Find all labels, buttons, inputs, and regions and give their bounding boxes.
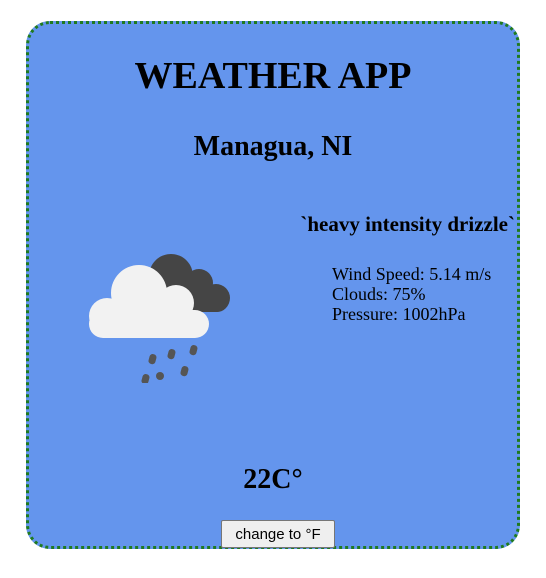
cloud-drizzle-icon — [84, 248, 234, 385]
location-name: Managua, NI — [193, 131, 353, 162]
temperature: 22C° — [243, 464, 303, 495]
weather-details: Wind Speed: 5.14 m/s Clouds: 75% Pressur… — [332, 264, 491, 324]
app-title: WEATHER APP — [134, 55, 412, 97]
weather-card: WEATHER APP Managua, NI `heavy intensity… — [26, 21, 520, 549]
wind-speed: Wind Speed: 5.14 m/s — [332, 264, 492, 284]
weather-description: `heavy intensity drizzle` — [300, 212, 515, 236]
pressure: Pressure: 1002hPa — [332, 304, 466, 324]
change-unit-button[interactable]: change to °F — [221, 520, 335, 548]
clouds: Clouds: 75% — [332, 284, 426, 304]
